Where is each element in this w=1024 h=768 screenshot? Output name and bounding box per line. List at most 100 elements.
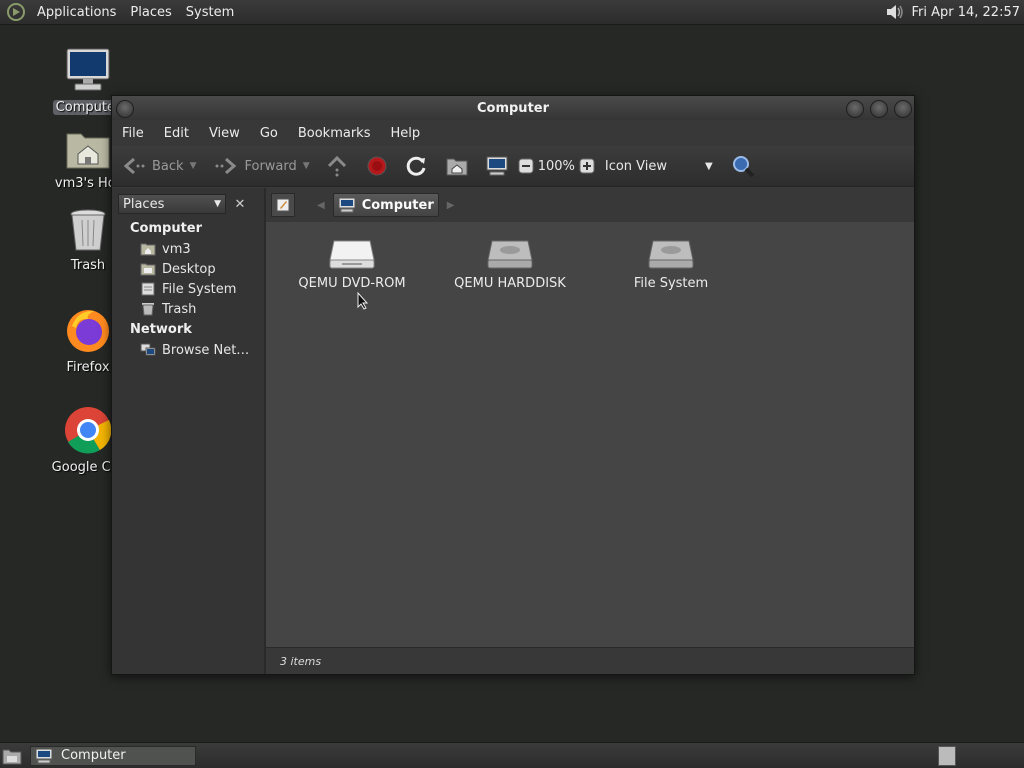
sidebar-item-file-system[interactable]: File System bbox=[112, 279, 264, 299]
desktop-icon-label: Trash bbox=[70, 258, 106, 273]
home-folder-icon bbox=[446, 156, 468, 176]
menu-go[interactable]: Go bbox=[250, 126, 288, 141]
main-content: ◀ Computer ▶ QEMU DVD-ROM QEMU HARDDISK … bbox=[266, 188, 914, 674]
taskbar-item-label: Computer bbox=[61, 748, 126, 763]
path-scroll-left-icon[interactable]: ◀ bbox=[317, 200, 325, 211]
harddisk-icon bbox=[486, 238, 534, 274]
toolbar: Back ▼ Forward ▼ 100% Icon View ▼ bbox=[112, 146, 914, 187]
clock[interactable]: Fri Apr 14, 22:57 bbox=[905, 5, 1024, 20]
sidebar-item-vm3[interactable]: vm3 bbox=[112, 239, 264, 259]
sidebar-item-label: File System bbox=[162, 281, 237, 297]
status-bar: 3 items bbox=[266, 647, 914, 674]
desktop-folder-icon bbox=[140, 261, 156, 277]
firefox-icon bbox=[64, 306, 112, 358]
forward-label: Forward bbox=[244, 158, 297, 174]
workspace-switcher[interactable] bbox=[938, 745, 956, 766]
search-icon bbox=[731, 154, 755, 178]
pencil-icon bbox=[276, 198, 290, 212]
menu-edit[interactable]: Edit bbox=[154, 126, 199, 141]
applications-menu[interactable]: Applications bbox=[30, 5, 123, 20]
close-sidebar-button[interactable]: ✕ bbox=[230, 194, 250, 214]
back-label: Back bbox=[152, 158, 184, 174]
stop-button[interactable] bbox=[362, 151, 392, 181]
sidebar-item-browse-network[interactable]: Browse Net… bbox=[112, 340, 264, 360]
chevron-down-icon: ▼ bbox=[705, 160, 713, 172]
minimize-button[interactable] bbox=[846, 100, 864, 118]
reload-icon bbox=[406, 155, 428, 177]
sidebar-item-trash[interactable]: Trash bbox=[112, 299, 264, 319]
reload-button[interactable] bbox=[402, 151, 432, 181]
computer-button[interactable] bbox=[482, 151, 512, 181]
file-view[interactable]: QEMU DVD-ROM QEMU HARDDISK File System bbox=[266, 222, 914, 647]
menu-file[interactable]: File bbox=[112, 126, 154, 141]
zoom-in-icon bbox=[579, 158, 595, 174]
file-item-harddisk[interactable]: QEMU HARDDISK bbox=[435, 238, 585, 291]
menu-help[interactable]: Help bbox=[380, 126, 430, 141]
bottom-panel: Computer bbox=[0, 742, 1024, 768]
status-text: 3 items bbox=[280, 654, 322, 668]
desktop-icon-label: Firefox bbox=[66, 360, 110, 375]
sidebar-item-label: Desktop bbox=[162, 261, 216, 277]
chevron-down-icon: ▼ bbox=[214, 199, 221, 209]
back-arrow-icon bbox=[122, 157, 146, 175]
search-button[interactable] bbox=[727, 151, 759, 181]
maximize-button[interactable] bbox=[870, 100, 888, 118]
file-item-file-system[interactable]: File System bbox=[596, 238, 746, 291]
system-menu[interactable]: System bbox=[179, 5, 241, 20]
computer-icon bbox=[35, 748, 53, 764]
back-button[interactable]: Back ▼ bbox=[118, 151, 200, 181]
zoom-out-icon bbox=[518, 158, 534, 174]
zoom-in-button[interactable] bbox=[579, 151, 595, 181]
path-scroll-right-icon[interactable]: ▶ bbox=[447, 200, 455, 211]
computer-icon bbox=[338, 197, 356, 213]
home-folder-icon bbox=[65, 128, 111, 174]
sidebar-section-computer: Computer bbox=[130, 221, 203, 236]
top-panel: Applications Places System Fri Apr 14, 2… bbox=[0, 0, 1024, 25]
breadcrumb-label: Computer bbox=[361, 197, 434, 213]
stop-icon bbox=[366, 155, 388, 177]
optical-drive-icon bbox=[328, 238, 376, 274]
zoom-out-button[interactable] bbox=[518, 151, 534, 181]
zoom-level[interactable]: 100% bbox=[534, 151, 579, 181]
drive-icon bbox=[140, 281, 156, 297]
menu-bookmarks[interactable]: Bookmarks bbox=[288, 126, 381, 141]
sidebar-section-network: Network bbox=[130, 322, 192, 337]
forward-arrow-icon bbox=[214, 157, 238, 175]
chrome-icon bbox=[64, 406, 112, 458]
sidebar-selector[interactable]: Places ▼ bbox=[118, 194, 226, 214]
file-item-dvd-rom[interactable]: QEMU DVD-ROM bbox=[277, 238, 427, 291]
view-mode-label: Icon View bbox=[604, 158, 668, 174]
menu-view[interactable]: View bbox=[199, 126, 250, 141]
home-folder-icon bbox=[140, 241, 156, 257]
up-arrow-icon bbox=[326, 155, 348, 177]
taskbar-item-computer[interactable]: Computer bbox=[30, 745, 196, 766]
show-desktop-icon[interactable] bbox=[2, 747, 22, 765]
up-button[interactable] bbox=[322, 151, 352, 181]
forward-history-dropdown-icon[interactable]: ▼ bbox=[303, 161, 310, 171]
distro-logo-icon[interactable] bbox=[6, 2, 26, 22]
view-mode-select[interactable]: Icon View ▼ bbox=[601, 151, 717, 181]
volume-icon[interactable] bbox=[883, 1, 905, 23]
network-icon bbox=[140, 342, 156, 358]
sidebar-selector-label: Places bbox=[123, 196, 165, 212]
trash-icon bbox=[140, 301, 156, 317]
window-menu-icon[interactable] bbox=[116, 100, 134, 118]
file-label: File System bbox=[633, 276, 709, 291]
home-button[interactable] bbox=[442, 151, 472, 181]
places-menu[interactable]: Places bbox=[123, 5, 178, 20]
edit-location-button[interactable] bbox=[271, 193, 295, 217]
mouse-cursor-icon bbox=[357, 292, 369, 310]
back-history-dropdown-icon[interactable]: ▼ bbox=[190, 161, 197, 171]
window-titlebar[interactable]: Computer bbox=[112, 96, 914, 120]
window-title: Computer bbox=[476, 100, 550, 116]
menubar: File Edit View Go Bookmarks Help bbox=[112, 120, 914, 146]
forward-button[interactable]: Forward ▼ bbox=[210, 151, 313, 181]
breadcrumb-computer[interactable]: Computer bbox=[332, 193, 439, 217]
close-button[interactable] bbox=[894, 100, 912, 118]
sidebar: Places ▼ ✕ Computer vm3 Desktop File Sys… bbox=[112, 188, 266, 674]
computer-icon bbox=[486, 156, 508, 176]
file-label: QEMU DVD-ROM bbox=[298, 276, 406, 291]
trash-icon bbox=[68, 208, 108, 256]
sidebar-item-desktop[interactable]: Desktop bbox=[112, 259, 264, 279]
location-bar: ◀ Computer ▶ bbox=[266, 188, 914, 222]
